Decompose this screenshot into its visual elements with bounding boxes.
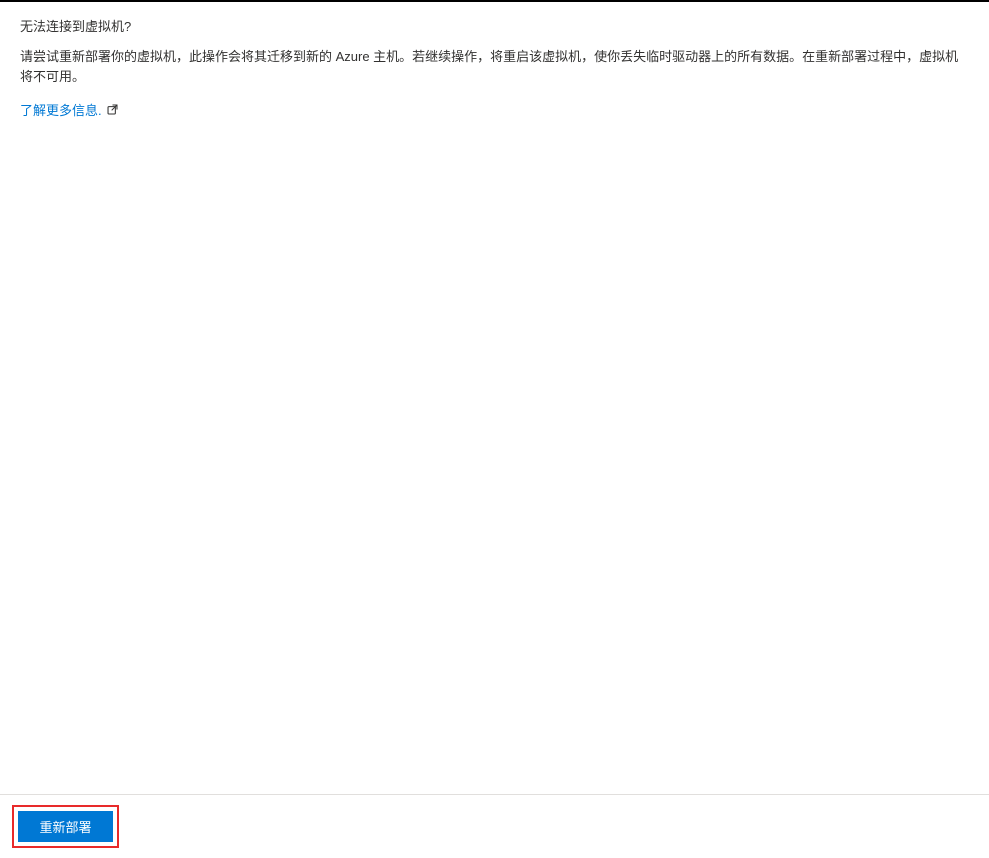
highlight-annotation: 重新部署 xyxy=(12,805,119,848)
learn-more-link-container[interactable]: 了解更多信息. xyxy=(20,100,119,119)
description-text: 请尝试重新部署你的虚拟机，此操作会将其迁移到新的 Azure 主机。若继续操作，… xyxy=(20,47,969,86)
heading-text: 无法连接到虚拟机? xyxy=(20,16,969,35)
footer-bar: 重新部署 xyxy=(0,794,989,858)
learn-more-link[interactable]: 了解更多信息. xyxy=(20,100,102,119)
redeploy-button[interactable]: 重新部署 xyxy=(18,811,113,842)
external-link-icon xyxy=(106,103,119,116)
main-content: 无法连接到虚拟机? 请尝试重新部署你的虚拟机，此操作会将其迁移到新的 Azure… xyxy=(0,2,989,133)
